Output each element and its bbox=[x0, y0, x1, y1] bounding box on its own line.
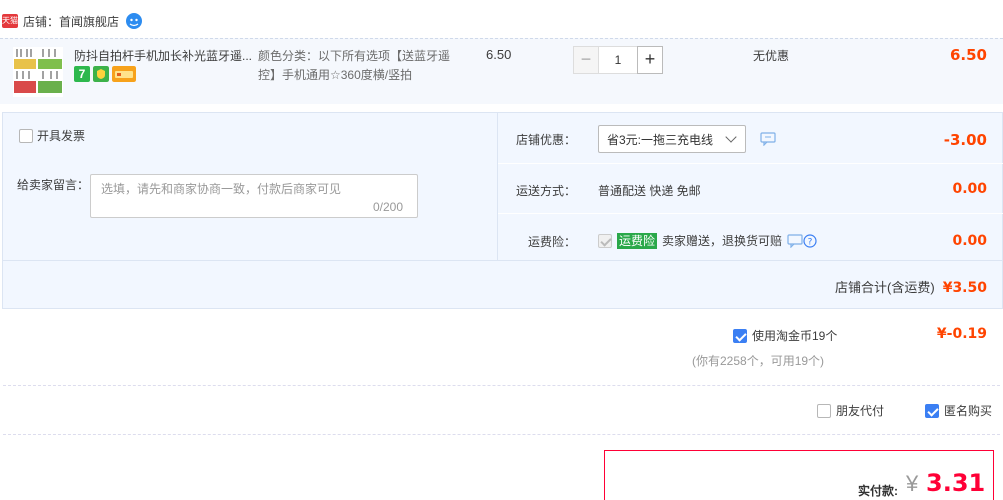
message-label: 给卖家留言： bbox=[17, 178, 90, 192]
shop-discount-select[interactable]: 省3元:一拖三充电线 bbox=[598, 125, 746, 153]
friend-pay-checkbox[interactable] bbox=[817, 403, 831, 418]
payment-label: 实付款: bbox=[858, 484, 898, 498]
message-placeholder: 选填，请先和商家协商一致，付款后商家可见 bbox=[101, 182, 342, 196]
consumer-protection-icon bbox=[93, 66, 109, 82]
wangwang-chat-icon[interactable] bbox=[125, 12, 143, 30]
item-subtotal: 6.50 bbox=[949, 46, 987, 64]
decrease-button[interactable]: − bbox=[573, 46, 599, 74]
shop-header: 天猫 店铺：首闻旗舰店 bbox=[0, 8, 143, 34]
insurance-amount: 0.00 bbox=[952, 233, 987, 249]
shop-total: 店铺合计(含运费) ¥3.50 bbox=[835, 277, 987, 296]
product-title[interactable]: 防抖自拍杆手机加长补光蓝牙遥... bbox=[74, 47, 254, 66]
shop-name[interactable]: 店铺：首闻旗舰店 bbox=[23, 13, 119, 30]
anonymous-option[interactable]: 匿名购买 bbox=[925, 402, 992, 419]
svg-text:?: ? bbox=[808, 237, 813, 247]
anonymous-checkbox[interactable] bbox=[925, 403, 939, 418]
item-discount: 无优惠 bbox=[753, 49, 790, 63]
payment-currency: ¥ bbox=[906, 471, 919, 496]
coins-amount: ¥-0.19 bbox=[936, 326, 987, 342]
seven-day-return-icon: 7 bbox=[74, 66, 90, 82]
panel-separator bbox=[3, 260, 1003, 261]
quantity-stepper[interactable]: − 1 + bbox=[573, 46, 663, 74]
insurance-badge: 运费险 bbox=[617, 232, 658, 249]
insurance-checkbox bbox=[598, 233, 612, 248]
coins-label: 使用淘金币19个 bbox=[752, 329, 838, 343]
separator bbox=[3, 434, 1000, 435]
coins-checkbox[interactable] bbox=[733, 328, 747, 343]
shop-discount-amount: -3.00 bbox=[943, 131, 987, 149]
friend-pay-option[interactable]: 朋友代付 bbox=[817, 402, 884, 419]
shipping-amount: 0.00 bbox=[952, 181, 987, 197]
comment-icon[interactable] bbox=[760, 132, 776, 146]
coins-option[interactable]: 使用淘金币19个 bbox=[733, 327, 837, 344]
product-thumbnail[interactable] bbox=[13, 47, 63, 97]
coins-note: (你有2258个，可用19个) bbox=[692, 354, 825, 368]
shipping-label: 运送方式： bbox=[515, 184, 576, 198]
tmall-icon: 天猫 bbox=[2, 14, 18, 28]
comment-icon[interactable] bbox=[787, 233, 803, 248]
insurance-label: 运费险： bbox=[527, 235, 576, 249]
product-badges: 7 bbox=[74, 66, 136, 82]
shop-discount-label: 店铺优惠： bbox=[515, 133, 576, 147]
friend-pay-label: 朋友代付 bbox=[836, 404, 885, 418]
shop-total-label: 店铺合计(含运费) bbox=[835, 280, 935, 295]
product-sku: 颜色分类：以下所有选项【送蓝牙遥控】手机通用☆360度横/竖拍 bbox=[258, 49, 451, 82]
invoice-checkbox[interactable] bbox=[19, 128, 33, 143]
row-separator bbox=[498, 163, 1003, 164]
insurance-option: 运费险 卖家赠送，退换货可赔 ? bbox=[598, 232, 817, 249]
row-separator bbox=[498, 213, 1003, 214]
shop-total-value: ¥3.50 bbox=[942, 280, 987, 296]
shipping-method: 普通配送 快递 免邮 bbox=[598, 184, 701, 198]
separator bbox=[3, 385, 1000, 386]
insurance-text: 卖家赠送，退换货可赔 bbox=[662, 234, 783, 248]
increase-button[interactable]: + bbox=[637, 46, 663, 74]
credit-card-icon bbox=[112, 66, 136, 82]
invoice-label: 开具发票 bbox=[37, 129, 86, 143]
unit-price: 6.50 bbox=[486, 47, 512, 62]
shop-discount-value: 省3元:一拖三充电线 bbox=[607, 132, 714, 147]
invoice-option[interactable]: 开具发票 bbox=[19, 127, 85, 144]
chevron-down-icon bbox=[725, 131, 737, 143]
help-icon[interactable]: ? bbox=[803, 233, 817, 248]
quantity-input[interactable]: 1 bbox=[599, 46, 637, 74]
payment-amount: 3.31 bbox=[926, 469, 986, 497]
anonymous-label: 匿名购买 bbox=[944, 404, 993, 418]
message-char-count: 0/200 bbox=[373, 200, 404, 214]
